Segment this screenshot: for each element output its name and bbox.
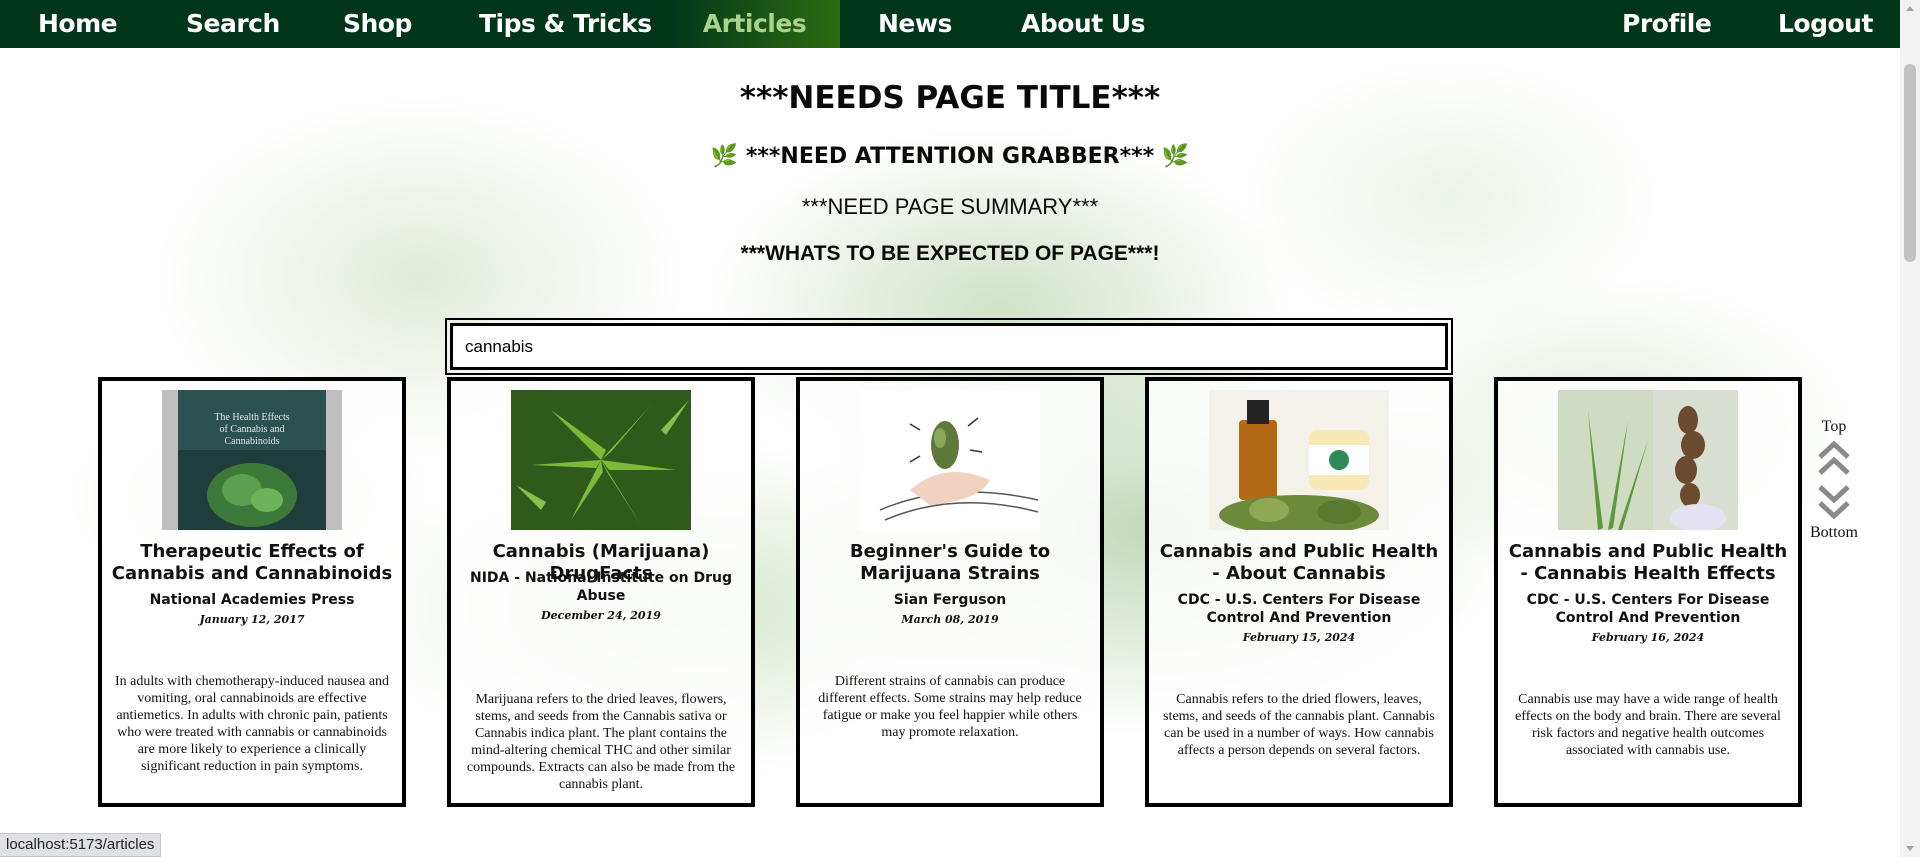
nav-tips-tricks[interactable]: Tips & Tricks: [479, 0, 652, 48]
top-nav: Home Search Shop Tips & Tricks Articles …: [0, 0, 1900, 48]
article-card[interactable]: Cannabis and Public Health - About Canna…: [1145, 377, 1453, 807]
svg-text:Cannabinoids: Cannabinoids: [225, 436, 280, 447]
oil-bottles-image[interactable]: [1209, 390, 1389, 530]
svg-text:The Health Effects: The Health Effects: [214, 412, 289, 423]
nav-articles[interactable]: Articles: [669, 0, 840, 48]
page-expectations: ***WHATS TO BE EXPECTED OF PAGE***!: [740, 242, 1160, 265]
leaf-icon: 🌿: [1161, 144, 1190, 169]
status-bar-url: localhost:5173/articles: [0, 833, 162, 857]
article-description: Cannabis refers to the dried flowers, le…: [1163, 692, 1435, 758]
article-date: January 12, 2017: [199, 613, 305, 626]
article-title[interactable]: Beginner's Guide to Marijuana Strains: [808, 541, 1092, 585]
article-description: In adults with chemotherapy-induced naus…: [114, 674, 390, 774]
article-source: National Academies Press: [149, 592, 355, 608]
scroll-top-label[interactable]: Top: [1806, 418, 1862, 436]
article-date: February 16, 2024: [1591, 631, 1705, 644]
cannabis-leaves-image[interactable]: [511, 390, 691, 530]
attention-grabber: 🌿 ***NEED ATTENTION GRABBER*** 🌿: [0, 144, 1900, 169]
page-summary: ***NEED PAGE SUMMARY***: [801, 194, 1099, 219]
article-source: CDC - U.S. Centers For Disease Control A…: [1177, 592, 1421, 626]
article-description: Different strains of cannabis can produc…: [818, 674, 1082, 740]
attention-grabber-text: ***NEED ATTENTION GRABBER***: [745, 144, 1155, 169]
book-cover-image[interactable]: The Health Effects of Cannabis and Canna…: [162, 390, 342, 530]
double-chevron-up-icon[interactable]: [1817, 440, 1851, 476]
article-date: December 24, 2019: [541, 609, 661, 622]
nav-news[interactable]: News: [878, 0, 952, 48]
scroll-bottom-label[interactable]: Bottom: [1806, 524, 1862, 542]
leaf-icon: 🌿: [710, 144, 739, 169]
article-date: February 15, 2024: [1242, 631, 1356, 644]
scroll-thumb[interactable]: [1904, 64, 1916, 262]
scroll-up-arrow-icon[interactable]: [1906, 6, 1914, 11]
search-input[interactable]: [450, 323, 1448, 370]
scroll-controls: Top Bottom: [1806, 418, 1862, 542]
hand-holding-bud-image[interactable]: [860, 390, 1040, 530]
article-source: Sian Ferguson: [893, 592, 1007, 608]
article-date: March 08, 2019: [901, 613, 999, 626]
article-description: Cannabis use may have a wide range of he…: [1515, 692, 1781, 758]
article-card[interactable]: Cannabis and Public Health - Cannabis He…: [1494, 377, 1802, 807]
nav-about-us[interactable]: About Us: [1021, 0, 1146, 48]
article-source: NIDA - National Institute on Drug Abuse: [470, 570, 732, 604]
double-chevron-down-icon[interactable]: [1817, 484, 1851, 520]
page-title: ***NEEDS PAGE TITLE***: [739, 80, 1161, 116]
article-source: CDC - U.S. Centers For Disease Control A…: [1526, 592, 1770, 626]
article-title[interactable]: Cannabis and Public Health - About Canna…: [1157, 541, 1441, 585]
page-scrollbar[interactable]: [1900, 0, 1920, 857]
article-title[interactable]: Cannabis and Public Health - Cannabis He…: [1506, 541, 1790, 585]
nav-logout[interactable]: Logout: [1778, 0, 1873, 48]
scroll-down-arrow-icon[interactable]: [1906, 846, 1914, 851]
nav-profile[interactable]: Profile: [1622, 0, 1712, 48]
article-card[interactable]: Cannabis (Marijuana) DrugFacts NIDA - Nat…: [447, 377, 755, 807]
article-card[interactable]: Beginner's Guide to Marijuana Strains Sia…: [796, 377, 1104, 807]
article-card[interactable]: The Health Effects of Cannabis and Canna…: [98, 377, 406, 807]
article-title[interactable]: Therapeutic Effects of Cannabis and Cann…: [110, 541, 394, 585]
nav-shop[interactable]: Shop: [343, 0, 412, 48]
nav-search[interactable]: Search: [186, 0, 280, 48]
svg-text:of Cannabis and: of Cannabis and: [220, 424, 285, 435]
article-description: Marijuana refers to the dried leaves, fl…: [466, 692, 736, 792]
nav-home[interactable]: Home: [38, 0, 118, 48]
leaf-and-stalk-image[interactable]: [1558, 390, 1738, 530]
search-box: [445, 318, 1453, 375]
